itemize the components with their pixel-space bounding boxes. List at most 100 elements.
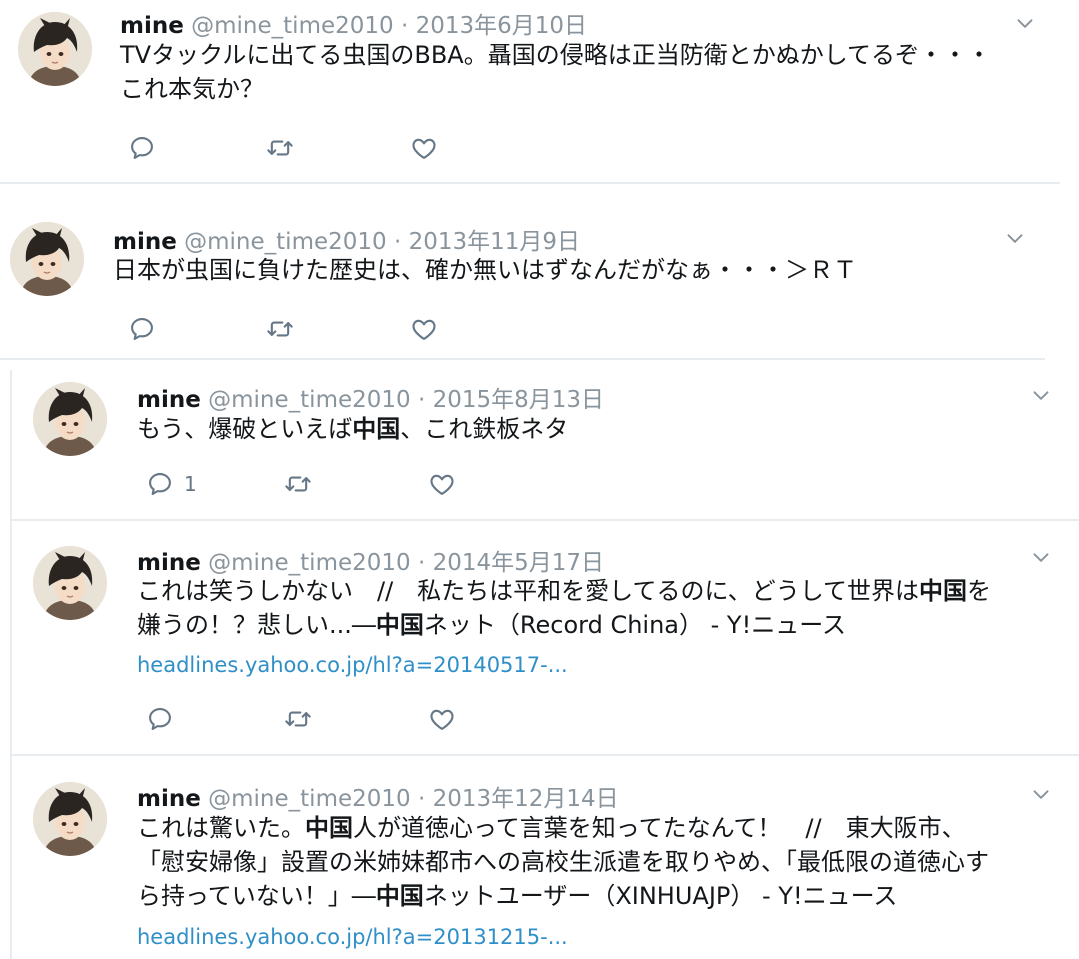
avatar[interactable] [33, 382, 107, 456]
separator: · [417, 387, 426, 413]
chevron-down-icon[interactable] [1002, 225, 1028, 251]
user-name[interactable]: mine [137, 786, 201, 812]
text-segment: を [967, 577, 992, 605]
retweet-icon [266, 134, 294, 162]
retweet-button[interactable] [266, 315, 294, 343]
text-segment: ら持っていない！」― [137, 882, 376, 910]
user-handle[interactable]: @mine_time2010 [191, 13, 394, 39]
reply-button[interactable]: 1 [146, 470, 197, 498]
user-handle[interactable]: @mine_time2010 [208, 786, 411, 812]
reply-button[interactable] [128, 315, 156, 343]
chevron-down-icon[interactable] [1028, 781, 1054, 807]
divider [0, 182, 1060, 184]
user-handle[interactable]: @mine_time2010 [208, 550, 411, 576]
user-name[interactable]: mine [120, 13, 184, 39]
text-segment: これは驚いた。 [137, 814, 305, 842]
tweet-header: mine @mine_time2010 · 2014年5月17日 [137, 543, 604, 577]
highlighted-keyword: 中国 [375, 611, 424, 639]
like-icon [410, 134, 438, 162]
reply-button[interactable] [128, 134, 156, 162]
text-segment: これは笑うしかない // 私たちは平和を愛してるのに、どうして世界は [137, 577, 920, 605]
text-segment: ネットユーザー（XINHUAJP） - Y!ニュース [423, 882, 898, 910]
tweet-date[interactable]: 2013年12月14日 [433, 786, 619, 812]
tweet-text: これは笑うしかない // 私たちは平和を愛してるのに、どうして世界は中国を 嫌うの… [137, 574, 991, 642]
like-button[interactable] [428, 470, 456, 498]
tweet-link[interactable]: headlines.yahoo.co.jp/hl?a=20131215-... [137, 925, 568, 949]
chevron-down-icon[interactable] [1028, 382, 1054, 408]
tweet-text-line: これ本気か？ [120, 72, 991, 106]
like-button[interactable] [428, 705, 456, 733]
divider [0, 358, 1045, 360]
tweet-header: mine @mine_time2010 · 2013年11月9日 [113, 222, 580, 256]
divider [10, 754, 1079, 756]
separator: · [400, 13, 409, 39]
tweet-text: TVタックルに出てる虫国のBBA。聶国の侵略は正当防衛とかぬかしてるぞ・・・ これ… [120, 38, 991, 106]
tweet-text: これは驚いた。中国人が道徳心って言葉を知ってたなんて！ // 東大阪市、 「慰安婦… [137, 811, 989, 913]
reply-icon [146, 470, 174, 498]
retweet-button[interactable] [266, 134, 294, 162]
separator: · [393, 229, 402, 255]
tweet-text-line: これは驚いた。中国人が道徳心って言葉を知ってたなんて！ // 東大阪市、 [137, 811, 989, 845]
highlighted-keyword: 中国 [305, 814, 353, 842]
retweet-icon [284, 470, 312, 498]
tweet-link[interactable]: headlines.yahoo.co.jp/hl?a=20140517-... [137, 653, 568, 677]
user-name[interactable]: mine [137, 387, 201, 413]
like-icon [428, 705, 456, 733]
text-segment: ネット（Record China） - Y!ニュース [423, 611, 846, 639]
tweet-header: mine @mine_time2010 · 2013年6月10日 [120, 6, 587, 40]
chevron-down-icon[interactable] [1012, 10, 1038, 36]
retweet-button[interactable] [284, 470, 312, 498]
text-segment: これ本気か？ [120, 75, 264, 103]
like-icon [410, 315, 438, 343]
retweet-icon [284, 705, 312, 733]
tweet-header: mine @mine_time2010 · 2015年8月13日 [137, 380, 604, 414]
tweet-text-line: 「慰安婦像」設置の米姉妹都市への高校生派遣を取りやめ、「最低限の道徳心す [137, 845, 989, 879]
avatar[interactable] [33, 546, 107, 620]
tweet-date[interactable]: 2013年11月9日 [409, 229, 580, 255]
tweet-text-line: もう、爆破といえば中国、これ鉄板ネタ [137, 412, 568, 446]
text-segment: 人が道徳心って言葉を知ってたなんて！ // 東大阪市、 [353, 814, 966, 842]
tweet-text: 日本が虫国に負けた歴史は、確か無いはずなんだがなぁ・・・＞ＲＴ [113, 253, 857, 287]
tweet-text-line: 嫌うの！？悲しい...―中国ネット（Record China） - Y!ニュース [137, 608, 991, 642]
user-handle[interactable]: @mine_time2010 [208, 387, 411, 413]
tweet-header: mine @mine_time2010 · 2013年12月14日 [137, 779, 619, 813]
text-segment: 日本が虫国に負けた歴史は、確か無いはずなんだがなぁ・・・＞ＲＴ [113, 256, 857, 284]
tweet-text-line: 日本が虫国に負けた歴史は、確か無いはずなんだがなぁ・・・＞ＲＴ [113, 253, 857, 287]
tweet-date[interactable]: 2015年8月13日 [433, 387, 604, 413]
text-segment: TVタックルに出てる虫国のBBA。聶国の侵略は正当防衛とかぬかしてるぞ・・・ [120, 41, 991, 69]
reply-icon [128, 315, 156, 343]
highlighted-keyword: 中国 [919, 577, 968, 605]
text-segment: 嫌うの！？悲しい...― [137, 611, 376, 639]
like-button[interactable] [410, 315, 438, 343]
retweet-icon [266, 315, 294, 343]
like-button[interactable] [410, 134, 438, 162]
separator: · [417, 786, 426, 812]
highlighted-keyword: 中国 [375, 882, 424, 910]
tweet-text-line: これは笑うしかない // 私たちは平和を愛してるのに、どうして世界は中国を [137, 574, 991, 608]
chevron-down-icon[interactable] [1028, 544, 1054, 570]
like-icon [428, 470, 456, 498]
reply-count: 1 [184, 472, 197, 496]
user-name[interactable]: mine [137, 550, 201, 576]
avatar[interactable] [10, 222, 84, 296]
user-name[interactable]: mine [113, 229, 177, 255]
reply-icon [128, 134, 156, 162]
divider [10, 519, 1079, 521]
separator: · [417, 550, 426, 576]
tweet-date[interactable]: 2013年6月10日 [416, 13, 587, 39]
text-segment: 「慰安婦像」設置の米姉妹都市への高校生派遣を取りやめ、「最低限の道徳心す [137, 848, 989, 876]
text-segment: もう、爆破といえば [137, 415, 353, 443]
user-handle[interactable]: @mine_time2010 [184, 229, 387, 255]
highlighted-keyword: 中国 [352, 415, 401, 443]
reply-button[interactable] [146, 705, 174, 733]
tweet-text-line: TVタックルに出てる虫国のBBA。聶国の侵略は正当防衛とかぬかしてるぞ・・・ [120, 38, 991, 72]
thread-border [10, 370, 12, 959]
avatar[interactable] [33, 782, 107, 856]
reply-icon [146, 705, 174, 733]
avatar[interactable] [18, 12, 92, 86]
tweet-date[interactable]: 2014年5月17日 [433, 550, 604, 576]
text-segment: 、これ鉄板ネタ [400, 415, 569, 443]
tweet-text: もう、爆破といえば中国、これ鉄板ネタ [137, 412, 568, 446]
retweet-button[interactable] [284, 705, 312, 733]
tweet-text-line: ら持っていない！」―中国ネットユーザー（XINHUAJP） - Y!ニュース [137, 879, 989, 913]
